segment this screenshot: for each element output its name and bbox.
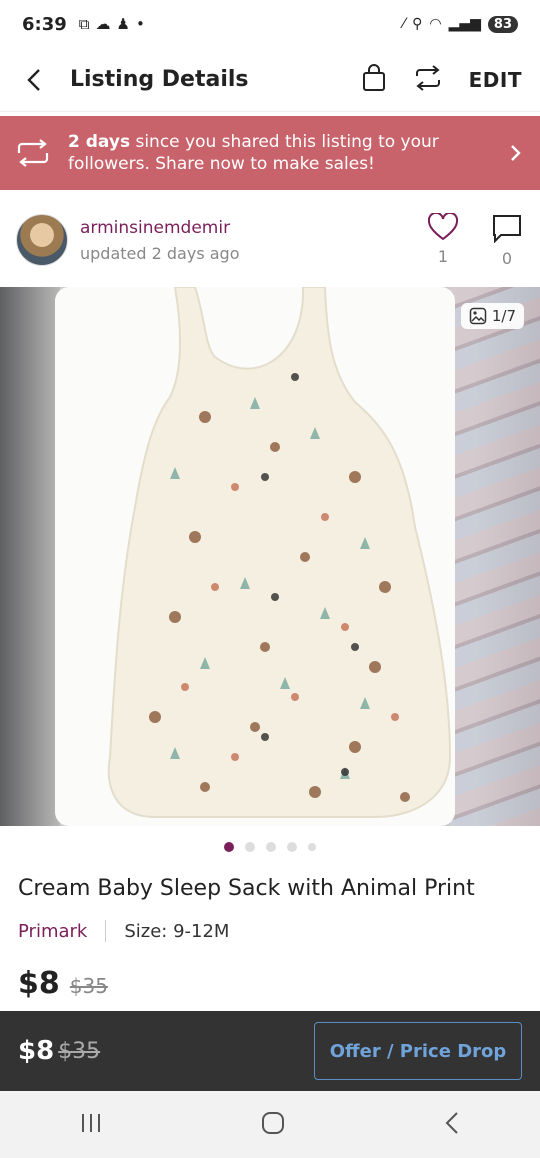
chevron-left-icon [27,68,40,91]
share-icon [17,139,49,167]
brand-size-row: Primark Size: 9-12M [18,920,229,942]
divider [105,920,107,942]
seller-username[interactable]: arminsinemdemir [80,218,426,238]
share-reminder-banner[interactable]: 2 days since you shared this listing to … [0,116,540,190]
home-icon [262,1111,284,1134]
home-button[interactable] [260,1110,286,1140]
listing-title: Cream Baby Sleep Sack with Animal Print [18,876,475,901]
photo-gallery[interactable]: 1/7 [0,287,540,826]
mute-icon: ⁄ [402,16,406,32]
banner-text: 2 days since you shared this listing to … [68,131,498,175]
banner-days: 2 days [68,131,131,152]
seller-row: arminsinemdemir updated 2 days ago 1 0 [0,196,540,284]
page-title: Listing Details [70,67,249,92]
back-button[interactable] [18,64,50,96]
comment-icon [493,214,521,243]
share-icon [415,64,440,91]
wifi-icon: ◠ [429,16,442,32]
avatar[interactable] [16,214,68,266]
photo-counter-text: 1/7 [491,307,516,325]
notification-icons: ⧉ ☁ ♟ • [79,15,145,33]
photo-counter: 1/7 [460,303,524,329]
app-header: Listing Details EDIT [0,48,540,112]
signal-icon: ▂▄▆ [448,16,481,32]
location-icon: ⚲ [412,16,423,32]
comment-button[interactable]: 0 [490,213,524,268]
like-count: 1 [437,246,449,266]
bottom-action-bar: $8 $35 Offer / Price Drop [0,1011,540,1091]
system-back-button[interactable] [442,1110,462,1140]
listing-price: $8 [18,966,60,1001]
system-icons: ⁄ ⚲ ◠ ▂▄▆ 83 [402,15,518,33]
comment-count: 0 [501,248,513,268]
recent-apps-button[interactable] [78,1111,104,1139]
recents-icon [82,1113,100,1132]
screenshot-icon: ⧉ [78,15,90,33]
photo-icon [469,307,487,325]
updated-time: updated 2 days ago [80,243,240,263]
size-label: Size: 9-12M [124,920,230,942]
bottom-price: $8 [18,1036,55,1066]
share-button[interactable] [413,64,443,96]
edit-button[interactable]: EDIT [469,68,522,92]
pagination-dot[interactable] [287,842,297,852]
pagination-dot[interactable] [308,843,316,851]
status-bar: 6:39 ⧉ ☁ ♟ • ⁄ ⚲ ◠ ▂▄▆ 83 [0,0,540,48]
status-time: 6:39 [22,13,67,35]
pagination-dot[interactable] [266,842,276,852]
system-nav-bar [0,1091,540,1158]
brand-link[interactable]: Primark [18,921,87,942]
pagination-dot[interactable] [224,842,234,852]
heart-icon [427,212,459,240]
battery-icon: 83 [487,15,518,33]
pagination-dot[interactable] [245,842,255,852]
snapchat-icon: ♟ [116,15,130,33]
price-row: $8 $35 [18,966,108,1001]
dot-icon: • [135,15,145,33]
chevron-right-icon [511,145,521,161]
original-price: $35 [69,974,108,998]
back-arrow-icon [445,1111,458,1134]
bag-button[interactable] [361,63,387,96]
like-button[interactable]: 1 [426,212,460,268]
gallery-pagination [0,842,540,852]
shopping-bag-icon [362,63,385,91]
offer-price-drop-button[interactable]: Offer / Price Drop [314,1022,522,1080]
cloud-icon: ☁ [95,15,111,33]
sleep-sack-photo [55,287,455,826]
bottom-original-price: $35 [58,1038,101,1064]
